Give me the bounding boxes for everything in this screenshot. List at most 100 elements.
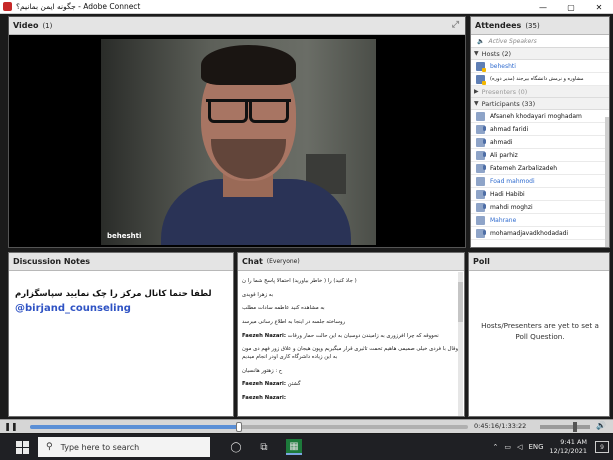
chat-title: Chat bbox=[242, 257, 263, 266]
participant-name: mohamadjavadkhodadadi bbox=[490, 229, 569, 237]
chat-message: به زهرا قویدی bbox=[242, 291, 274, 298]
playback-bar: ❚❚ 0:45:16/1:33:22 🔊 bbox=[0, 419, 613, 433]
participant-mic-icon bbox=[476, 137, 486, 147]
playback-progress-fill bbox=[30, 425, 240, 429]
video-feed[interactable]: beheshti bbox=[101, 39, 376, 245]
maximize-button[interactable]: ▢ bbox=[557, 0, 585, 14]
fullscreen-icon[interactable]: ⤢ bbox=[452, 20, 459, 30]
minimize-button[interactable]: — bbox=[529, 0, 557, 14]
windows-start-icon[interactable] bbox=[12, 437, 32, 457]
participant-item[interactable]: ahmad faridi bbox=[471, 123, 609, 136]
volume-icon[interactable]: 🔊 bbox=[596, 421, 606, 430]
participant-item[interactable]: Hadi Habibi bbox=[471, 188, 609, 201]
attendees-scrollbar[interactable] bbox=[605, 117, 609, 247]
clock-time: 9:41 AM bbox=[560, 438, 587, 447]
speaker-tray-icon[interactable]: ◁ bbox=[517, 443, 522, 451]
speaker-icon: 🔈 bbox=[477, 37, 485, 45]
participant-name: ahmad faridi bbox=[490, 125, 529, 133]
poll-pod: Poll Hosts/Presenters are yet to set a P… bbox=[468, 252, 610, 417]
chat-scope: (Everyone) bbox=[266, 258, 300, 265]
notes-body[interactable]: لطفا حتما کانال مرکز را چک نمایید سپاسگز… bbox=[9, 271, 233, 314]
participant-item[interactable]: Mahrane bbox=[471, 214, 609, 227]
participant-name: mahdi moghzi bbox=[490, 203, 533, 211]
chat-messages: ( جاذ کنید) را ( خاطر بیاورید) احتمالا پ… bbox=[238, 271, 464, 403]
chat-pod-header: Chat (Everyone) bbox=[238, 253, 464, 271]
notes-text-line: لطفا حتما کانال مرکز را چک نمایید سپاسگز… bbox=[15, 289, 212, 299]
notes-title: Discussion Notes bbox=[13, 257, 91, 266]
chat-message: Faezeh Nazari: bbox=[242, 395, 286, 402]
attendees-pod-header: Attendees (35) bbox=[471, 17, 609, 35]
participant-mic-icon bbox=[476, 228, 486, 238]
taskbar-search-input[interactable]: ⚲ Type here to search bbox=[38, 437, 210, 457]
taskbar-search-placeholder: Type here to search bbox=[60, 442, 140, 452]
volume-slider[interactable] bbox=[540, 422, 590, 432]
chat-scrollbar[interactable] bbox=[458, 272, 463, 416]
active-speakers-bar[interactable]: 🔈 Active Speakers bbox=[471, 35, 609, 48]
participant-name: Hadi Habibi bbox=[490, 190, 525, 198]
collapse-triangle-icon: ▼ bbox=[474, 50, 479, 57]
video-presenter-name: beheshti bbox=[107, 232, 142, 240]
poll-title: Poll bbox=[473, 257, 490, 266]
video-count: (1) bbox=[42, 21, 53, 30]
window-title-bar: جگونه ایمن بمانیم؟ - Adobe Connect — ▢ ✕ bbox=[0, 0, 613, 14]
hosts-label: Hosts (2) bbox=[481, 49, 512, 58]
participant-item[interactable]: Fatemeh Zarbalizadeh bbox=[471, 162, 609, 175]
chat-message: ح : زهتور هانسیان bbox=[242, 367, 283, 374]
participant-item[interactable]: Afsaneh khodayari moghadam bbox=[471, 110, 609, 123]
video-pod-title: Video bbox=[13, 21, 39, 30]
participant-item[interactable]: Foad mahmodi bbox=[471, 175, 609, 188]
adobe-connect-icon bbox=[3, 2, 12, 11]
participant-name: Afsaneh khodayari moghadam bbox=[490, 112, 582, 120]
participants-group-header[interactable]: ▼ Participants (33) bbox=[471, 98, 609, 110]
participant-name: Fatemeh Zarbalizadeh bbox=[490, 164, 558, 172]
attendees-pod: Attendees (35) 🔈 Active Speakers ▼ Hosts… bbox=[470, 16, 610, 248]
poll-pod-header: Poll bbox=[469, 253, 609, 271]
participant-name: ahmadi bbox=[490, 138, 513, 146]
host-item[interactable]: (مدیر دوره) مشاوره و نرمش دانشگاه بیرجند bbox=[471, 73, 609, 86]
active-speakers-label: Active Speakers bbox=[488, 37, 537, 45]
language-indicator[interactable]: ENG bbox=[528, 443, 543, 451]
participants-label: Participants (33) bbox=[481, 99, 536, 108]
participant-icon bbox=[476, 111, 485, 121]
host-icon bbox=[476, 61, 486, 72]
notification-icon[interactable]: 9 bbox=[595, 441, 609, 453]
playback-seek-bar[interactable] bbox=[30, 422, 468, 432]
participant-item[interactable]: Ali parhiz bbox=[471, 149, 609, 162]
task-view-icon-2[interactable]: ⧉ bbox=[256, 439, 272, 455]
participant-item[interactable]: mohamadjavadkhodadadi bbox=[471, 227, 609, 240]
notes-channel-link: @birjand_counseling bbox=[15, 303, 131, 314]
participant-name: Ali parhiz bbox=[490, 151, 518, 159]
close-button[interactable]: ✕ bbox=[585, 0, 613, 14]
taskbar-clock[interactable]: 9:41 AM 12/12/2021 bbox=[550, 438, 587, 456]
collapse-triangle-icon: ▶ bbox=[474, 88, 479, 95]
hosts-group-header[interactable]: ▼ Hosts (2) bbox=[471, 48, 609, 60]
participant-item[interactable]: ahmadi bbox=[471, 136, 609, 149]
excel-app-icon[interactable]: ▦ bbox=[286, 439, 302, 455]
notes-pod-header: Discussion Notes bbox=[9, 253, 233, 271]
playback-seek-handle[interactable] bbox=[236, 422, 243, 432]
collapse-triangle-icon: ▼ bbox=[474, 100, 479, 107]
video-pod-header: Video (1) ⤢ bbox=[9, 17, 465, 35]
host-name: beheshti bbox=[490, 62, 516, 70]
host-item[interactable]: beheshti bbox=[471, 60, 609, 73]
participant-icon bbox=[476, 176, 485, 186]
presenters-label: Presenters (0) bbox=[481, 87, 528, 96]
system-tray: ⌃ ▭ ◁ ENG 9:41 AM 12/12/2021 9 bbox=[493, 434, 613, 460]
pause-button[interactable]: ❚❚ bbox=[4, 421, 17, 433]
presenters-group-header[interactable]: ▶ Presenters (0) bbox=[471, 86, 609, 98]
participant-mic-icon bbox=[476, 189, 486, 199]
network-icon[interactable]: ▭ bbox=[504, 443, 511, 451]
chat-message: روساخته جلسه در اینجا به اطلاع رسانی میر… bbox=[242, 319, 346, 326]
task-view-icon[interactable]: ◯ bbox=[228, 439, 244, 455]
participant-name: Mahrane bbox=[490, 216, 517, 224]
host-name: (مدیر دوره) مشاوره و نرمش دانشگاه بیرجند bbox=[490, 76, 584, 82]
tray-up-icon[interactable]: ⌃ bbox=[493, 443, 499, 451]
participant-item[interactable]: mahdi moghzi bbox=[471, 201, 609, 214]
video-pod: Video (1) ⤢ beheshti bbox=[8, 16, 466, 248]
chat-message: ( جاذ کنید) را ( خاطر بیاورید) احتمالا پ… bbox=[242, 278, 357, 284]
poll-message: Hosts/Presenters are yet to set a Poll Q… bbox=[481, 321, 599, 341]
chat-message: Faezeh Nazari: گشتن bbox=[242, 381, 301, 388]
participant-mic-icon bbox=[476, 150, 486, 160]
volume-handle[interactable] bbox=[573, 422, 577, 432]
chat-scrollbar-thumb[interactable] bbox=[458, 282, 463, 322]
